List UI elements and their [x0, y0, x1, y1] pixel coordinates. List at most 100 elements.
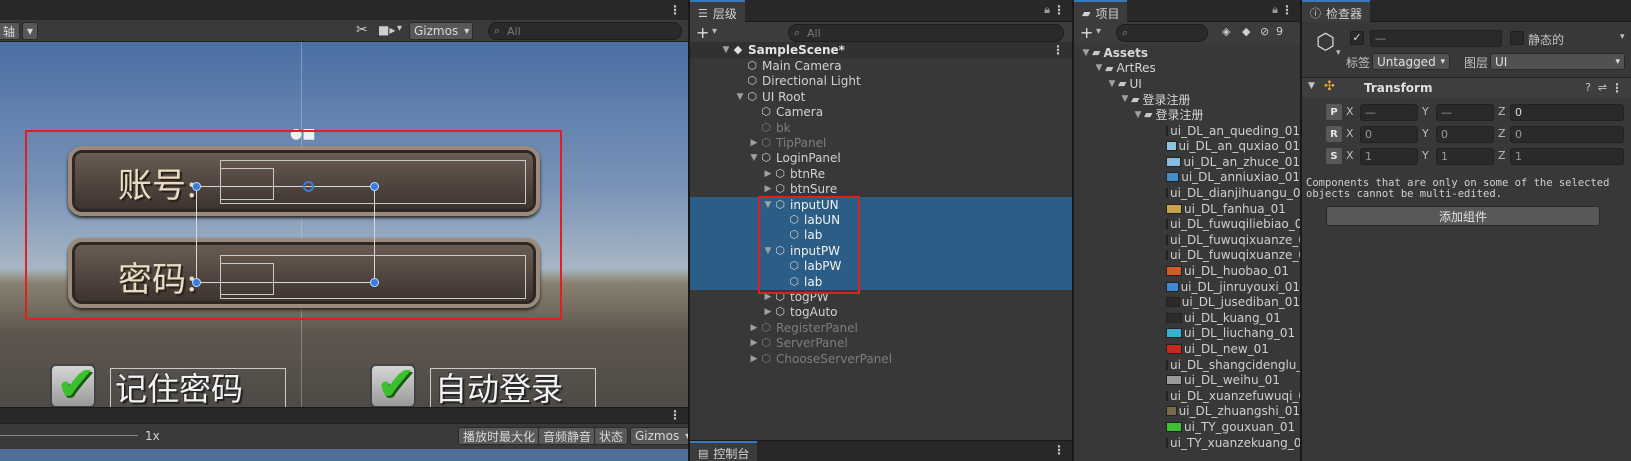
hierarchy-item[interactable]: ⬡ Camera [690, 104, 1072, 120]
hierarchy-item[interactable]: ▶ ⬡ ChooseServerPanel [690, 351, 1072, 367]
chevron-down-icon[interactable]: ▾ [712, 26, 717, 37]
transform-row-button[interactable]: R [1326, 126, 1342, 142]
project-asset-item[interactable]: ui_DL_an_queding_01 [1074, 123, 1300, 138]
pivot-dropdown-icon[interactable]: ▾ [22, 22, 38, 40]
label-icon[interactable]: ◆ [1242, 25, 1250, 38]
autologin-rect[interactable] [430, 368, 596, 407]
maximize-on-play-button[interactable]: 播放时最大化 [458, 427, 541, 445]
collapse-arrow-icon[interactable]: ▼ [1132, 110, 1144, 120]
expand-arrow-icon[interactable]: ▶ [762, 307, 774, 317]
create-button[interactable]: + [1080, 23, 1093, 42]
project-asset-item[interactable]: ui_DL_kuang_01 [1074, 310, 1300, 325]
project-folder-item[interactable]: ▼ ▰ 登录注册 [1074, 107, 1300, 122]
gizmos-button[interactable]: Gizmos ▾ [409, 22, 473, 40]
expand-arrow-icon[interactable]: ▼ [720, 45, 732, 55]
project-asset-item[interactable]: ui_DL_huobao_01 [1074, 263, 1300, 278]
lock-icon[interactable]: 🔒︎ [1272, 3, 1278, 17]
transform-y-field[interactable]: 1 [1436, 148, 1494, 165]
project-asset-item[interactable]: ui_DL_liuchang_01 [1074, 326, 1300, 341]
project-asset-item[interactable]: ui_DL_fuwuqixuanze_0 [1074, 248, 1300, 263]
transform-row-button[interactable]: S [1326, 148, 1342, 164]
transform-y-field[interactable]: — [1436, 104, 1494, 121]
hierarchy-item[interactable]: ▶ ⬡ ServerPanel [690, 335, 1072, 351]
project-asset-item[interactable]: ui_DL_fuwuqixuanze_0 [1074, 232, 1300, 247]
collapse-arrow-icon[interactable]: ▼ [1106, 79, 1118, 89]
expand-arrow-icon[interactable]: ▶ [748, 338, 760, 348]
hierarchy-item[interactable]: ▼ ⬡ LoginPanel [690, 150, 1072, 166]
project-asset-item[interactable]: ui_DL_dianjihuangu_01 [1074, 185, 1300, 200]
add-component-button[interactable]: 添加组件 [1326, 206, 1600, 226]
game-gizmos-button[interactable]: Gizmos ▾ [630, 427, 688, 445]
tab-inspector[interactable]: ⓘ 检查器 [1302, 0, 1371, 22]
hierarchy-item[interactable]: ⬡ lab [690, 273, 1072, 290]
transform-x-field[interactable]: 0 [1360, 126, 1418, 143]
collapse-arrow-icon[interactable]: ▼ [1080, 48, 1092, 58]
project-folder-item[interactable]: ▼ ▰ 登录注册 [1074, 92, 1300, 107]
scene-menu-icon[interactable]: ⋮ [1052, 43, 1064, 57]
transform-x-field[interactable]: — [1360, 104, 1418, 121]
project-asset-item[interactable]: ui_TY_gouxuan_01 [1074, 419, 1300, 434]
project-asset-item[interactable]: ui_TY_xuanzekuang_01 [1074, 435, 1300, 450]
hidden-eye-icon[interactable]: ⊘ [1260, 25, 1269, 38]
hierarchy-item[interactable]: ▼ ⬡ UI Root [690, 89, 1072, 105]
scene-menu-icon[interactable]: ⋮ [669, 3, 681, 17]
tools-icon[interactable]: ✂ [356, 22, 368, 38]
hierarchy-menu-icon[interactable]: ⋮ [1053, 3, 1065, 17]
project-asset-item[interactable]: ui_DL_jinruyouxi_01 [1074, 279, 1300, 294]
project-asset-item[interactable]: ui_DL_shangcidenglu_0 [1074, 357, 1300, 372]
expand-arrow-icon[interactable]: ▶ [762, 169, 774, 179]
scene-canvas[interactable]: ●■ 账号: 密码: ✔ 记住密码 ✔ 自动登录 [0, 42, 688, 407]
hierarchy-item[interactable]: ▶ ⬡ btnRe [690, 166, 1072, 182]
project-asset-item[interactable]: ui_DL_weihu_01 [1074, 373, 1300, 388]
hierarchy-item[interactable]: ▶ ⬡ TipPanel [690, 135, 1072, 151]
remember-checkbox[interactable]: ✔ [50, 356, 96, 407]
transform-x-field[interactable]: 1 [1360, 148, 1418, 165]
component-menu-icon[interactable]: ⋮ [1611, 81, 1623, 95]
tab-console[interactable]: ▤ 控制台 [690, 441, 758, 461]
filter-type-icon[interactable]: ◈ [1222, 25, 1230, 38]
static-checkbox[interactable] [1510, 31, 1524, 45]
project-search-input[interactable]: ⌕ [1116, 24, 1208, 42]
project-asset-item[interactable]: ui_DL_xuanzefuwuqi_0 [1074, 388, 1300, 403]
hierarchy-item[interactable]: ▶ ⬡ btnSure [690, 181, 1072, 197]
transform-row-button[interactable]: P [1326, 104, 1342, 120]
collapse-arrow-icon[interactable]: ▼ [734, 92, 746, 102]
collapse-arrow-icon[interactable]: ▼ [748, 153, 760, 163]
hierarchy-item[interactable]: ⬡ Main Camera [690, 58, 1072, 74]
active-checkbox[interactable]: ✓ [1350, 31, 1364, 45]
project-folder-item[interactable]: ▼ ▰ ArtRes [1074, 61, 1300, 76]
hierarchy-item[interactable]: ⬡ bk [690, 120, 1072, 136]
pivot-button[interactable]: 轴 [0, 22, 20, 40]
project-asset-item[interactable]: ui_DL_an_quxiao_01 [1074, 139, 1300, 154]
hierarchy-item[interactable]: ⬡ labPW [690, 258, 1072, 275]
transform-header[interactable]: ▼ ✣ Transform ? ⇌ ⋮ [1302, 78, 1631, 98]
expand-arrow-icon[interactable]: ▶ [748, 323, 760, 333]
project-asset-item[interactable]: ui_DL_anniuxiao_01 [1074, 170, 1300, 185]
transform-y-field[interactable]: 0 [1436, 126, 1494, 143]
project-folder-item[interactable]: ▼ ▰ UI [1074, 76, 1300, 91]
hierarchy-item[interactable]: ⬡ Directional Light [690, 73, 1072, 89]
autologin-checkbox[interactable]: ✔ [370, 356, 416, 407]
remember-rect[interactable] [110, 368, 286, 407]
stats-button[interactable]: 状态 [594, 427, 629, 445]
project-menu-icon[interactable]: ⋮ [1281, 3, 1293, 17]
help-icon[interactable]: ? [1585, 81, 1591, 94]
scale-slider[interactable] [0, 435, 138, 436]
project-asset-item[interactable]: ui_DL_fuwuqiliebiao_0 [1074, 217, 1300, 232]
project-folder-item[interactable]: ▼ ▰ Assets [1074, 45, 1300, 60]
project-asset-item[interactable]: ui_DL_new_01 [1074, 341, 1300, 356]
collapse-arrow-icon[interactable]: ▼ [1119, 94, 1131, 104]
scene-root-row[interactable]: ▼ ◆ SampleScene* ⋮ [690, 42, 1072, 58]
console-menu-icon[interactable]: ⋮ [1053, 443, 1065, 457]
expand-arrow-icon[interactable]: ▶ [748, 138, 760, 148]
tab-hierarchy[interactable]: ☰ 层级 [690, 0, 745, 22]
project-asset-item[interactable]: ui_DL_fanhua_01 [1074, 201, 1300, 216]
expand-arrow-icon[interactable]: ▼ [1308, 81, 1315, 91]
tag-dropdown[interactable]: Untagged ▾ [1372, 53, 1450, 70]
game-menu-icon[interactable]: ⋮ [669, 408, 681, 422]
scene-search-input[interactable]: ⌕ All [488, 22, 682, 40]
mute-audio-button[interactable]: 音频静音 [538, 427, 597, 445]
hierarchy-item[interactable]: ⬡ lab [690, 227, 1072, 244]
add-button[interactable]: + [696, 23, 709, 42]
chevron-down-icon[interactable]: ▾ [1096, 26, 1101, 37]
